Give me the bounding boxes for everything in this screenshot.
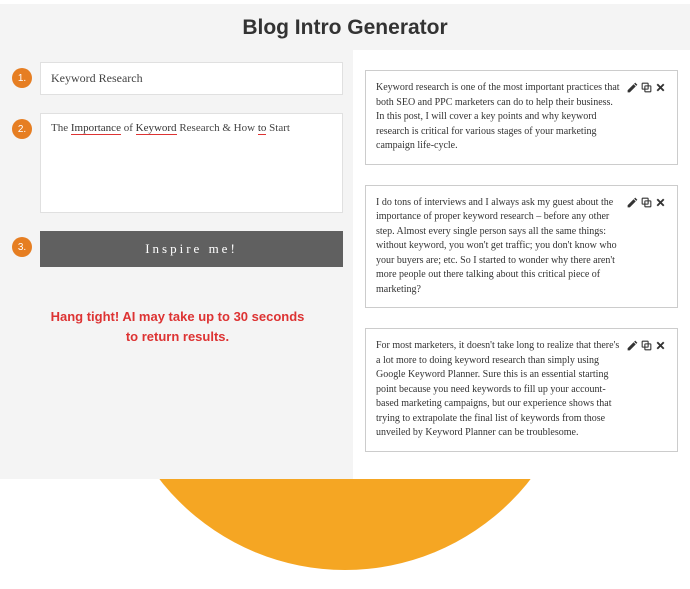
close-icon[interactable] [654, 339, 667, 352]
result-actions [626, 339, 667, 352]
result-text: For most marketers, it doesn't take long… [376, 339, 620, 441]
keyword-input[interactable] [51, 71, 332, 86]
step-1: 1. [12, 62, 343, 95]
result-text: I do tons of interviews and I always ask… [376, 196, 620, 298]
step-badge-3: 3. [12, 237, 32, 257]
copy-icon[interactable] [640, 81, 653, 94]
result-card: For most marketers, it doesn't take long… [365, 328, 678, 452]
input-column: 1. 2. The Importance of Keyword Research… [0, 50, 353, 479]
result-actions [626, 81, 667, 94]
step-3: 3. Inspire me! [12, 231, 343, 267]
step-badge-1: 1. [12, 68, 32, 88]
title-input[interactable]: The Importance of Keyword Research & How… [51, 122, 332, 134]
columns: 1. 2. The Importance of Keyword Research… [0, 50, 690, 479]
result-card: Keyword research is one of the most impo… [365, 70, 678, 165]
copy-icon[interactable] [640, 196, 653, 209]
copy-icon[interactable] [640, 339, 653, 352]
title-field-wrap[interactable]: The Importance of Keyword Research & How… [40, 113, 343, 213]
page-title: Blog Intro Generator [0, 4, 690, 50]
wait-message: Hang tight! AI may take up to 30 seconds… [12, 307, 343, 346]
step-2: 2. The Importance of Keyword Research & … [12, 113, 343, 213]
results-column: Keyword research is one of the most impo… [353, 50, 690, 479]
result-text: Keyword research is one of the most impo… [376, 81, 620, 154]
edit-icon[interactable] [626, 81, 639, 94]
app-panel: Blog Intro Generator 1. 2. The Importanc… [0, 4, 690, 479]
edit-icon[interactable] [626, 339, 639, 352]
close-icon[interactable] [654, 196, 667, 209]
close-icon[interactable] [654, 81, 667, 94]
keyword-field-wrap[interactable] [40, 62, 343, 95]
step-badge-2: 2. [12, 119, 32, 139]
edit-icon[interactable] [626, 196, 639, 209]
result-actions [626, 196, 667, 209]
result-card: I do tons of interviews and I always ask… [365, 185, 678, 309]
inspire-button[interactable]: Inspire me! [40, 231, 343, 267]
